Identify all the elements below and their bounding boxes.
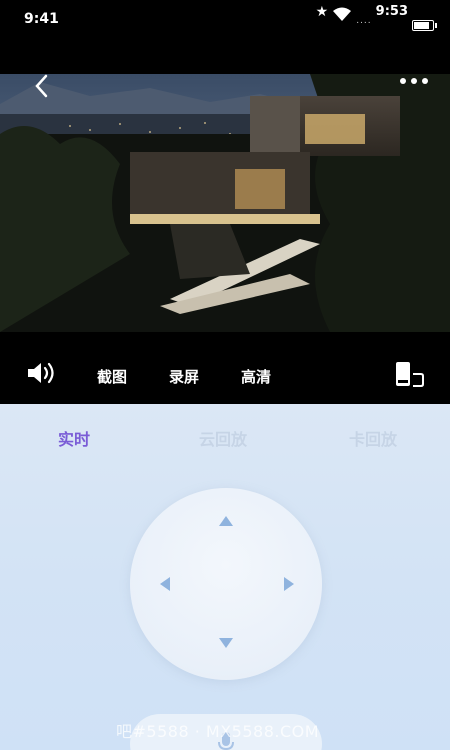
more-button[interactable]: [400, 78, 428, 84]
control-bar: 截图 录屏 高清: [0, 332, 450, 404]
back-button[interactable]: [30, 74, 54, 98]
status-time: 9:41: [24, 11, 59, 27]
screenshot-button[interactable]: 截图: [97, 366, 127, 387]
house-scene-image: [0, 74, 450, 332]
up-arrow-icon[interactable]: [219, 516, 233, 526]
status-clock: 9:53: [375, 4, 408, 19]
ptz-joystick[interactable]: [130, 488, 322, 680]
record-button[interactable]: 录屏: [169, 366, 199, 387]
wifi-icon: [332, 4, 352, 26]
volume-button[interactable]: [26, 360, 58, 386]
watermark-text: 吧#5588 · MX5588.COM: [116, 722, 320, 741]
ptz-panel: 实时 云回放 卡回放 吧#5588 · MX5588.COM: [0, 404, 450, 750]
chevron-left-icon: [35, 74, 48, 98]
fullscreen-button[interactable]: [393, 360, 425, 390]
tab-cloud-playback[interactable]: 云回放: [199, 426, 247, 450]
header-band: [0, 42, 450, 74]
hd-button[interactable]: 高清: [241, 366, 271, 387]
speaker-icon: [28, 362, 54, 384]
more-dots-icon: [400, 78, 406, 84]
left-arrow-icon[interactable]: [160, 577, 170, 591]
status-bar: 9:41 ★ .... 9:53: [0, 0, 450, 42]
tab-card-playback[interactable]: 卡回放: [349, 426, 397, 450]
down-arrow-icon[interactable]: [219, 638, 233, 648]
star-icon: ★: [315, 4, 329, 20]
video-feed[interactable]: [0, 74, 450, 332]
battery-icon: [412, 20, 437, 31]
status-icons: ★ .... 9:53: [315, 4, 437, 34]
tab-live[interactable]: 实时: [58, 426, 90, 450]
fullscreen-rotate-icon: [396, 362, 424, 387]
right-arrow-icon[interactable]: [284, 577, 294, 591]
signal-dots: ....: [356, 16, 372, 26]
